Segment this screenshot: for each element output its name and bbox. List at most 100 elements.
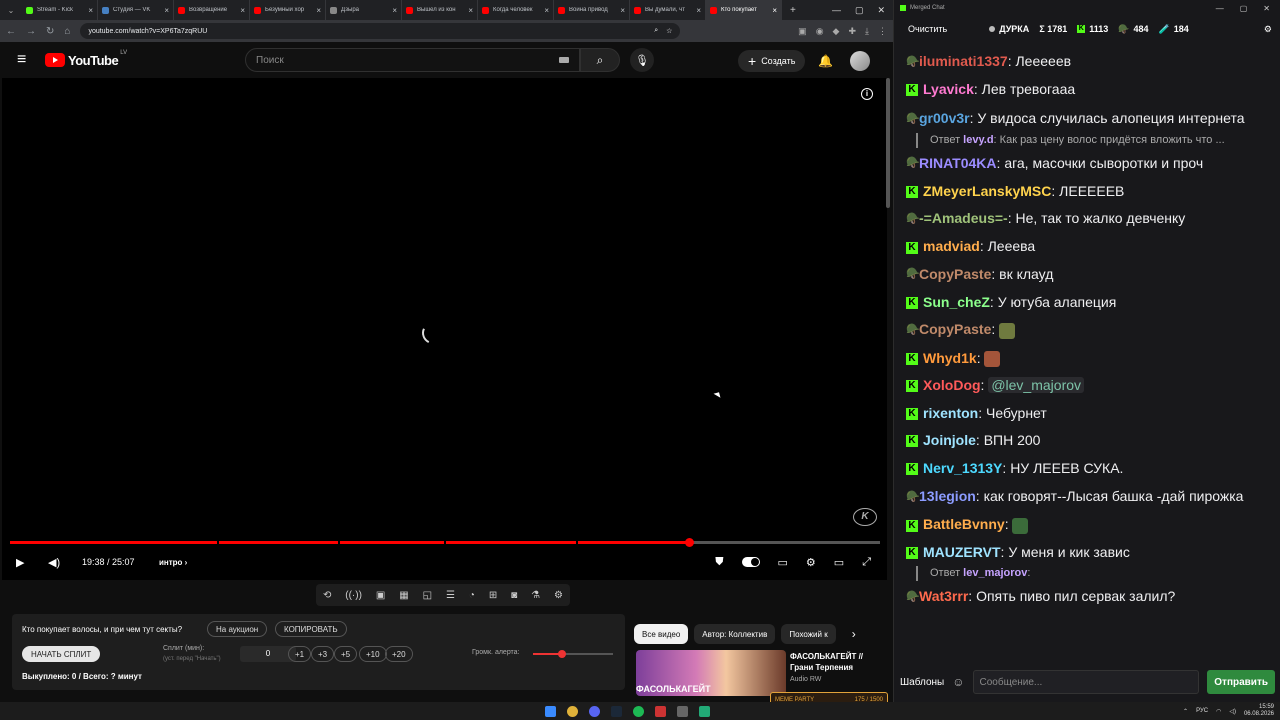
volume-icon[interactable]: ◀): [48, 556, 60, 569]
subtitles-icon[interactable]: ☰: [446, 590, 455, 601]
resize-icon[interactable]: ◱: [423, 590, 432, 601]
message-input[interactable]: Сообщение...: [972, 670, 1200, 694]
tab-menu-icon[interactable]: ⌄: [0, 6, 22, 15]
maximize-icon[interactable]: ▢: [1240, 4, 1248, 13]
app-icon[interactable]: [677, 705, 688, 717]
notifications-bell-icon[interactable]: 🔔: [818, 54, 833, 68]
chat-username[interactable]: MAUZERVT: [923, 544, 1001, 560]
settings-gear-icon[interactable]: ⚙: [806, 556, 816, 569]
progress-scrubber[interactable]: [685, 538, 695, 547]
extension-icon[interactable]: ▣: [798, 26, 807, 37]
chat-username[interactable]: Wat3rrr: [919, 588, 968, 604]
chat-username[interactable]: CopyPaste: [919, 321, 991, 337]
keyboard-icon[interactable]: [559, 57, 569, 63]
create-button[interactable]: + Создать: [738, 50, 806, 72]
chat-username[interactable]: Whyd1k: [923, 350, 977, 366]
obs-icon[interactable]: [655, 705, 666, 717]
clock[interactable]: 15:59 06.08.2026: [1244, 704, 1274, 718]
templates-button[interactable]: Шаблоны: [900, 677, 944, 688]
play-icon[interactable]: ▶: [16, 556, 24, 569]
audio-icon[interactable]: ((·)): [345, 590, 362, 601]
tab-close-icon[interactable]: ×: [164, 6, 169, 15]
browser-tab[interactable]: Stream - Kick ×: [22, 0, 98, 20]
app-icon[interactable]: [699, 705, 710, 717]
speed-icon[interactable]: ◔: [469, 590, 475, 601]
chat-username[interactable]: RINAT04KA: [919, 155, 997, 171]
chat-username[interactable]: Joinjole: [923, 432, 976, 448]
copy-button[interactable]: КОПИРОВАТЬ: [275, 621, 347, 637]
bookmark-star-icon[interactable]: ☆: [666, 27, 672, 35]
browser-tab[interactable]: Студия — VK ×: [98, 0, 174, 20]
tab-close-icon[interactable]: ×: [696, 6, 701, 15]
discord-icon[interactable]: [589, 705, 600, 717]
search-button[interactable]: ⌕: [580, 48, 620, 72]
pip-icon[interactable]: ▣: [376, 590, 385, 601]
avatar[interactable]: [850, 51, 870, 71]
tab-close-icon[interactable]: ×: [392, 6, 397, 15]
tab-close-icon[interactable]: ×: [468, 6, 473, 15]
browser-tab[interactable]: Вышел из кон ×: [402, 0, 478, 20]
theater-mode-icon[interactable]: ▭: [834, 556, 844, 569]
mention[interactable]: @lev_majorov: [988, 377, 1085, 394]
maximize-icon[interactable]: ▢: [855, 5, 864, 16]
chip-author[interactable]: Автор: Коллектив: [694, 624, 776, 644]
zoom-icon[interactable]: ⌕: [654, 27, 658, 35]
tab-close-icon[interactable]: ×: [544, 6, 549, 15]
chat-username[interactable]: madviad: [923, 238, 980, 254]
chip-similar[interactable]: Похожий к: [781, 624, 836, 644]
add-icon[interactable]: ⊞: [489, 590, 497, 601]
chat-username[interactable]: gr00v3r: [919, 110, 970, 126]
emoji-icon[interactable]: ☺: [952, 675, 964, 689]
download-icon[interactable]: ⤓: [865, 26, 869, 37]
new-tab-button[interactable]: +: [790, 5, 796, 16]
chevron-up-icon[interactable]: ⌃: [1183, 708, 1188, 715]
voice-search-button[interactable]: 🎙: [630, 48, 654, 72]
recommended-title[interactable]: ФАСОЛЬКАГЕЙТ // Грани Терпения: [790, 651, 880, 673]
screenshot-icon[interactable]: ◙: [511, 590, 517, 601]
close-icon[interactable]: ✕: [1263, 4, 1270, 13]
subtitles-icon[interactable]: ▭: [778, 556, 788, 569]
page-scrollbar[interactable]: [886, 78, 890, 208]
reply-username[interactable]: levy.d: [963, 134, 993, 146]
tab-close-icon[interactable]: ×: [88, 6, 93, 15]
autoplay-toggle[interactable]: [741, 557, 760, 567]
start-split-button[interactable]: НАЧАТЬ СПЛИТ: [22, 646, 101, 662]
chrome-icon[interactable]: [567, 705, 578, 717]
chat-username[interactable]: rixenton: [923, 405, 978, 421]
tab-close-icon[interactable]: ×: [240, 6, 245, 15]
shield-icon[interactable]: ⛊: [715, 556, 723, 569]
video-player[interactable]: i K ▶ ◀) 19:38 / 25:07 интро › ⛊ ▭ ⚙ ▭ ⤢: [2, 78, 887, 580]
chat-username[interactable]: iluminati1337: [919, 53, 1008, 69]
minimize-icon[interactable]: —: [832, 5, 841, 16]
chat-username[interactable]: ZMeyerLanskyMSC: [923, 183, 1051, 199]
back-icon[interactable]: ←: [6, 26, 16, 37]
tab-close-icon[interactable]: ×: [620, 6, 625, 15]
chevron-right-icon[interactable]: ›: [852, 627, 856, 641]
auction-button[interactable]: На аукцион: [207, 621, 268, 637]
browser-tab[interactable]: Вы думали, чт ×: [630, 0, 706, 20]
info-icon[interactable]: i: [861, 88, 873, 100]
browser-tab[interactable]: Безумный хор ×: [250, 0, 326, 20]
reply-username[interactable]: lev_majorov: [963, 567, 1027, 579]
clear-chat-button[interactable]: Очистить: [902, 24, 953, 34]
increment-button[interactable]: +1: [288, 646, 312, 662]
speaker-icon[interactable]: ◁): [1229, 708, 1236, 715]
increment-button[interactable]: +10: [359, 646, 387, 662]
send-button[interactable]: Отправить: [1207, 670, 1275, 694]
recommended-channel[interactable]: Audio RW: [790, 676, 821, 683]
search-input[interactable]: Поиск: [245, 48, 580, 72]
browser-tab[interactable]: Кто покупает ×: [706, 0, 782, 20]
tab-close-icon[interactable]: ×: [772, 6, 777, 15]
wifi-icon[interactable]: ◠: [1216, 708, 1221, 715]
chat-username[interactable]: XoloDog: [923, 377, 981, 393]
minimize-icon[interactable]: —: [1216, 4, 1224, 13]
settings-gear-icon[interactable]: ⚙: [554, 590, 563, 601]
chat-username[interactable]: Sun_cheZ: [923, 294, 990, 310]
chapter-title[interactable]: интро ›: [159, 558, 187, 567]
loop-icon[interactable]: ⟲: [323, 590, 331, 601]
fullscreen-icon[interactable]: ⤢: [862, 556, 871, 569]
browser-tab[interactable]: Возвращение ×: [174, 0, 250, 20]
spotify-icon[interactable]: [633, 705, 644, 717]
browser-tab[interactable]: Когда человек ×: [478, 0, 554, 20]
chat-username[interactable]: Lyavick: [923, 81, 974, 97]
